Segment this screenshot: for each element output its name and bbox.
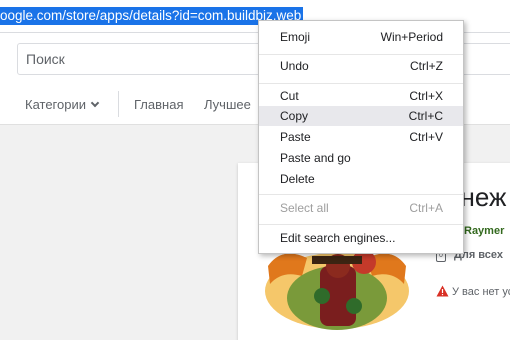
menu-item-delete[interactable]: Delete: [259, 169, 463, 189]
nav-categories-label: Категории: [25, 97, 86, 112]
menu-separator: [259, 54, 463, 55]
menu-item-shortcut: Win+Period: [380, 30, 443, 44]
menu-item-shortcut: Ctrl+A: [409, 201, 443, 215]
menu-item-edit-search-engines[interactable]: Edit search engines...: [259, 228, 463, 248]
menu-item-paste-and-go[interactable]: Paste and go: [259, 148, 463, 168]
menu-item-label: Undo: [280, 59, 309, 73]
menu-item-label: Paste: [280, 130, 311, 144]
menu-item-paste[interactable]: Paste Ctrl+V: [259, 127, 463, 147]
menu-item-label: Emoji: [280, 30, 311, 44]
menu-item-shortcut: Ctrl+Z: [410, 59, 443, 73]
compatibility-warning: У вас нет ус: [452, 286, 510, 298]
menu-item-label: Edit search engines...: [280, 231, 396, 245]
search-input-end[interactable]: [458, 43, 510, 75]
menu-item-label: Copy: [280, 109, 309, 123]
developer-link[interactable]: Raymer: [464, 225, 504, 237]
menu-item-cut[interactable]: Cut Ctrl+X: [259, 86, 463, 106]
nav-top[interactable]: Лучшее: [204, 97, 251, 112]
menu-item-shortcut: Ctrl+C: [408, 109, 443, 123]
menu-item-select-all[interactable]: Select all Ctrl+A: [259, 198, 463, 218]
menu-separator: [259, 83, 463, 84]
menu-item-undo[interactable]: Undo Ctrl+Z: [259, 56, 463, 76]
menu-item-label: Select all: [280, 201, 329, 215]
menu-item-shortcut: Ctrl+X: [409, 89, 443, 103]
search-input[interactable]: Поиск: [17, 43, 267, 75]
menu-item-label: Paste and go: [280, 151, 351, 165]
nav-divider: [118, 91, 119, 117]
menu-separator: [259, 224, 463, 225]
nav-categories[interactable]: Категории: [25, 97, 100, 112]
menu-item-copy[interactable]: Copy Ctrl+C: [259, 106, 463, 126]
chevron-down-icon: [90, 98, 100, 108]
menu-separator: [259, 194, 463, 195]
context-menu: Emoji Win+Period Undo Ctrl+Z Cut Ctrl+X …: [258, 20, 464, 254]
menu-item-label: Delete: [280, 172, 315, 186]
menu-item-shortcut: Ctrl+V: [409, 130, 443, 144]
warning-triangle-icon: [436, 285, 449, 297]
nav-home[interactable]: Главная: [134, 97, 183, 112]
menu-item-label: Cut: [280, 89, 299, 103]
menu-item-emoji[interactable]: Emoji Win+Period: [259, 27, 463, 47]
